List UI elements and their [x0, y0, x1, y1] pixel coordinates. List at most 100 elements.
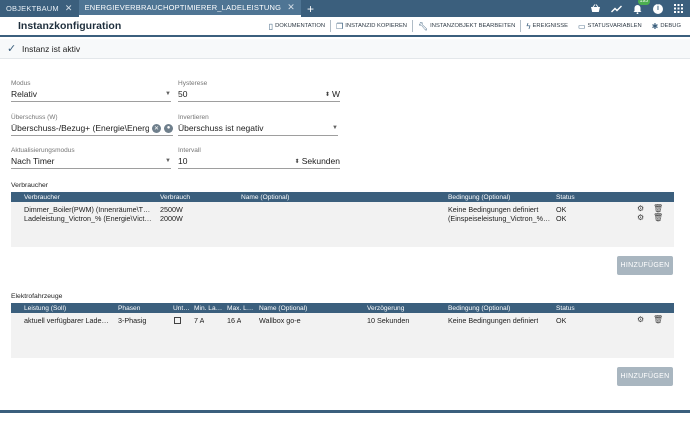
status-cell: OK [556, 214, 567, 223]
check-icon: ✓ [7, 43, 17, 55]
verzoegerung-cell: 10 Sekunden [367, 316, 410, 325]
max-cell: 16 A [227, 316, 242, 325]
table-row[interactable]: aktuell verfügbarer Lade… 3-Phasig 7 A 1… [11, 315, 674, 325]
bedingung-cell: (Einspeiseleistung_Victron_%… [448, 214, 551, 223]
add-tab-icon[interactable]: + [301, 0, 320, 17]
trash-icon[interactable]: 🗑︎ [653, 204, 663, 213]
modus-field[interactable]: Modus Relativ ▼ [11, 80, 171, 102]
leistung-cell: aktuell verfügbarer Lade… [24, 316, 109, 325]
column-header[interactable]: Verbrauch [160, 194, 190, 201]
unterbrechung-checkbox[interactable] [174, 317, 181, 324]
bottom-bar [0, 410, 690, 413]
clear-icon[interactable]: ✕ [152, 123, 161, 133]
chevron-down-icon: ▼ [165, 158, 171, 164]
ueberschuss-select[interactable]: Überschuss-/Bezug+ (Energie\Energ ✕ ● [11, 123, 173, 136]
bell-icon[interactable]: 195 [632, 0, 650, 14]
intervall-field[interactable]: Intervall 10 ⬍ Sekunden [178, 147, 340, 169]
column-header[interactable]: Name (Optional) [259, 305, 307, 312]
status-cell: OK [556, 316, 567, 325]
title-bar: Instanzkonfiguration ▯ DOKUMENTATION ❐ I… [0, 17, 690, 37]
trash-icon[interactable]: 🗑︎ [653, 213, 663, 222]
column-header[interactable]: Bedingung (Optional) [448, 305, 510, 312]
hysterese-field[interactable]: Hysterese 50 ⬍ W [178, 80, 340, 102]
verbraucher-table: Verbraucher Verbrauch Name (Optional) Be… [11, 192, 674, 247]
close-icon[interactable]: ✕ [65, 3, 73, 14]
modus-select[interactable]: Relativ ▼ [11, 89, 171, 102]
tab-energieverbrauchoptimierer[interactable]: ENERGIEVERBRAUCHOPTIMIERER_LADELEISTUNG … [78, 0, 301, 17]
column-header[interactable]: Min. La… [194, 305, 222, 312]
gear-icon[interactable]: ⚙ [637, 315, 644, 324]
basket-icon[interactable] [590, 3, 601, 14]
elektrofahrzeuge-add-button[interactable]: HINZUFÜGEN [617, 367, 673, 386]
tab-label: ENERGIEVERBRAUCHOPTIMIERER_LADELEISTUNG [84, 3, 282, 12]
intervall-label: Intervall [178, 147, 201, 154]
trash-icon[interactable]: 🗑︎ [653, 315, 663, 324]
dokumentation-button[interactable]: ▯ DOKUMENTATION [264, 22, 330, 31]
instanzobjekt-bearbeiten-button[interactable]: 🔧︎ INSTANZOBJEKT BEARBEITEN [413, 22, 520, 31]
apps-icon[interactable] [673, 3, 684, 14]
column-header[interactable]: Phasen [118, 305, 140, 312]
elektrofahrzeuge-table-body: aktuell verfügbarer Lade… 3-Phasig 7 A 1… [11, 313, 674, 358]
table-row[interactable]: Dimmer_Boiler(PWM) (Innenräume\T… 2500W … [11, 204, 674, 214]
chevron-down-icon: ▼ [332, 125, 338, 131]
ueberschuss-field[interactable]: Überschuss (W) Überschuss-/Bezug+ (Energ… [11, 114, 173, 136]
aktualisierungsmodus-label: Aktualisierungsmodus [11, 147, 75, 154]
verbrauch-cell: 2000W [160, 214, 183, 223]
statusvariablen-label: STATUSVARIABLEN [587, 23, 642, 29]
table-row[interactable]: Ladeleistung_Victron_% (Energie\Vict… 20… [11, 213, 674, 223]
instanzobjekt-bearbeiten-label: INSTANZOBJEKT BEARBEITEN [430, 23, 516, 29]
intervall-input[interactable]: 10 ⬍ Sekunden [178, 156, 340, 169]
instanzid-kopieren-button[interactable]: ❐ INSTANZID KOPIEREN [331, 22, 412, 31]
intervall-unit: Sekunden [301, 156, 340, 166]
statusvariablen-button[interactable]: ▭ STATUSVARIABLEN [573, 22, 647, 31]
user-icon[interactable]: ● [164, 123, 173, 133]
column-header[interactable]: Unt… [173, 305, 190, 312]
column-header[interactable]: Name (Optional) [241, 194, 289, 201]
ereignisse-button[interactable]: ϟ EREIGNISSE [521, 22, 573, 31]
tab-objektbaum[interactable]: OBJEKTBAUM ✕ [0, 0, 79, 17]
info-icon[interactable]: i [653, 3, 663, 14]
modus-value: Relativ [11, 89, 37, 99]
gear-icon[interactable]: ⚙ [637, 213, 644, 222]
aktualisierungsmodus-select[interactable]: Nach Timer ▼ [11, 156, 171, 169]
elektrofahrzeuge-table-header: Leistung (Soll) Phasen Unt… Min. La… Max… [11, 303, 674, 313]
chart-icon[interactable] [611, 3, 622, 14]
flash-icon: ϟ [526, 21, 531, 31]
gear-icon[interactable]: ⚙ [637, 204, 644, 213]
instanzid-kopieren-label: INSTANZID KOPIEREN [345, 23, 407, 29]
column-header[interactable]: Verbraucher [24, 194, 60, 201]
column-header[interactable]: Bedingung (Optional) [448, 194, 510, 201]
close-icon[interactable]: ✕ [287, 2, 295, 13]
column-header[interactable]: Status [556, 305, 575, 312]
invertieren-label: Invertieren [178, 114, 209, 121]
debug-label: DEBUG [660, 23, 681, 29]
column-header[interactable]: Status [556, 194, 575, 201]
ueberschuss-label: Überschuss (W) [11, 114, 58, 121]
instance-active-row[interactable]: ✓ Instanz ist aktiv [0, 39, 690, 59]
column-header[interactable]: Leistung (Soll) [24, 305, 66, 312]
bedingung-cell: Keine Bedingungen definiert [448, 316, 539, 325]
hysterese-label: Hysterese [178, 80, 208, 87]
min-cell: 7 A [194, 316, 205, 325]
aktualisierungsmodus-field[interactable]: Aktualisierungsmodus Nach Timer ▼ [11, 147, 171, 169]
column-header[interactable]: Verzögerung [367, 305, 404, 312]
verbraucher-add-button[interactable]: HINZUFÜGEN [617, 256, 673, 275]
invertieren-field[interactable]: Invertieren Überschuss ist negativ ▼ [178, 114, 338, 136]
verbraucher-cell: Ladeleistung_Victron_% (Energie\Vict… [24, 214, 152, 223]
wrench-icon: 🔧︎ [418, 21, 429, 31]
hysterese-value: 50 [178, 89, 188, 99]
invertieren-select[interactable]: Überschuss ist negativ ▼ [178, 123, 338, 136]
column-header[interactable]: Max. L… [227, 305, 253, 312]
tab-bar: OBJEKTBAUM ✕ ENERGIEVERBRAUCHOPTIMIERER_… [0, 0, 690, 17]
page-title: Instanzkonfiguration [18, 20, 122, 32]
stepper-icon[interactable]: ⬍ [295, 158, 300, 165]
stepper-icon[interactable]: ⬍ [325, 91, 330, 98]
name-cell: Wallbox go-e [259, 316, 301, 325]
verbraucher-table-header: Verbraucher Verbrauch Name (Optional) Be… [11, 192, 674, 202]
book-icon: ▯ [268, 21, 274, 31]
notification-badge: 195 [637, 0, 650, 5]
hysterese-input[interactable]: 50 ⬍ W [178, 89, 340, 102]
toolbar: ▯ DOKUMENTATION ❐ INSTANZID KOPIEREN 🔧︎ … [264, 20, 690, 32]
intervall-value: 10 [178, 156, 188, 166]
debug-button[interactable]: ✱ DEBUG [647, 22, 686, 31]
